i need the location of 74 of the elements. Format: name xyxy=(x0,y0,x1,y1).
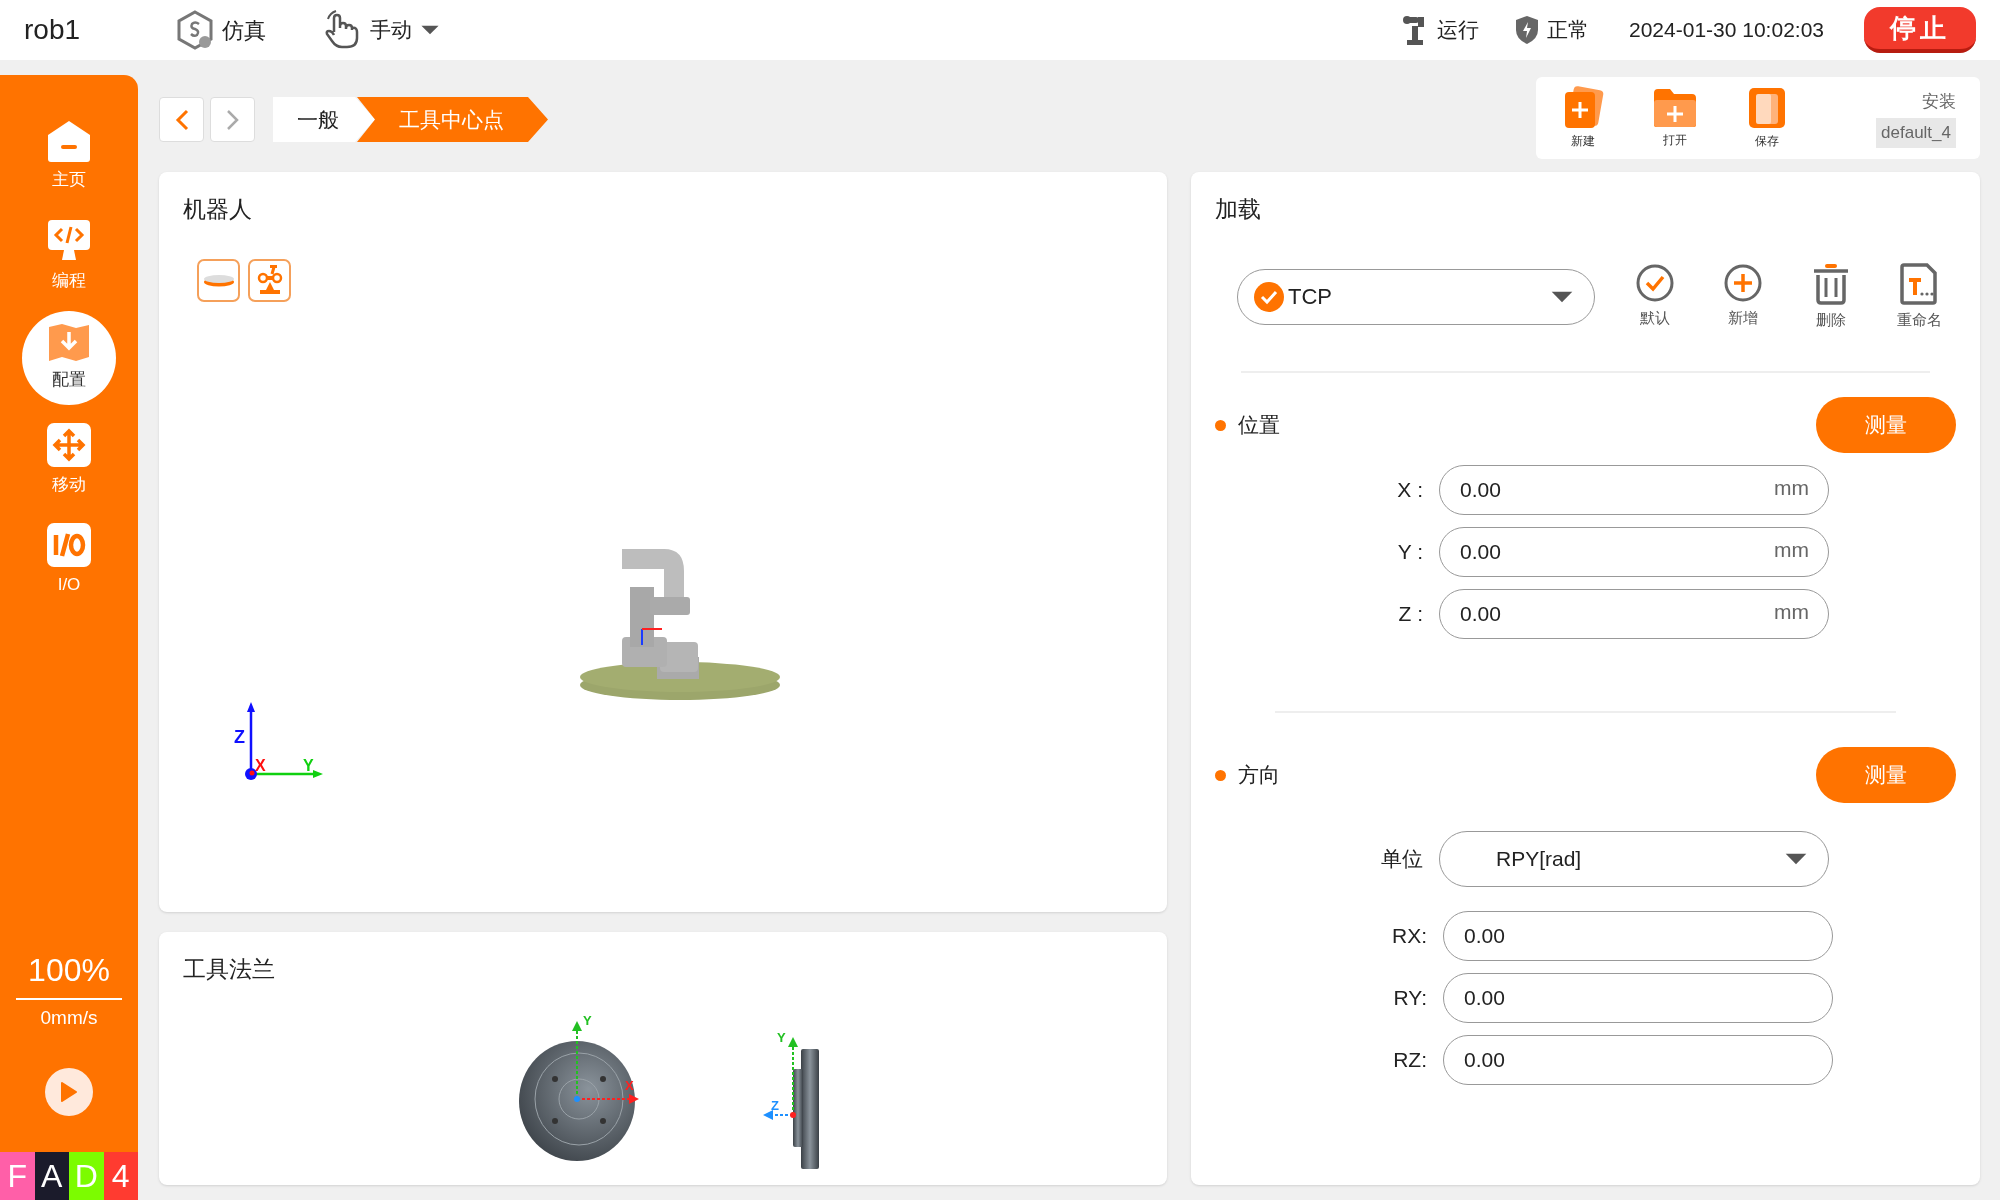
stop-button[interactable]: 停止 xyxy=(1864,7,1976,53)
text-file-icon xyxy=(1899,262,1939,305)
mode-label: 仿真 xyxy=(222,16,266,45)
save-file-icon xyxy=(1747,86,1788,130)
axis-label: Z xyxy=(234,727,245,746)
payload-action-button[interactable]: 默认 xyxy=(1631,262,1679,329)
field-label: 单位 xyxy=(1380,846,1423,873)
map-download-icon xyxy=(47,323,91,364)
home-icon xyxy=(46,119,92,164)
field-label: Z : xyxy=(1397,601,1423,628)
back-button[interactable] xyxy=(159,97,204,142)
move-arrows-icon xyxy=(46,422,92,469)
toolbar-button[interactable]: 新建 xyxy=(1560,86,1607,150)
play-button[interactable] xyxy=(45,1068,93,1116)
folder-add-icon xyxy=(1652,87,1699,129)
field-label: RY: xyxy=(1392,985,1427,1012)
toolbar-button[interactable]: 打开 xyxy=(1652,87,1699,149)
plus-circle-icon xyxy=(1723,262,1763,303)
unit-label: mm xyxy=(1774,477,1809,498)
caret-icon xyxy=(1784,853,1808,865)
field-label: RZ: xyxy=(1392,1047,1427,1074)
input-field[interactable]: 0.00 xyxy=(1443,911,1833,961)
check-circle-icon xyxy=(1254,281,1284,312)
panel-title: 机器人 xyxy=(183,195,253,224)
speed-percent: 100% xyxy=(28,950,110,990)
panel-title: 工具法兰 xyxy=(183,955,276,984)
axis-label: X xyxy=(255,757,266,774)
section-title: 方向 xyxy=(1238,762,1280,789)
run-status: 运行 xyxy=(1437,17,1479,44)
status-letter: F xyxy=(0,1152,35,1200)
install-label: 安装 xyxy=(1922,90,1956,113)
io-icon xyxy=(46,522,92,569)
safety-status: 正常 xyxy=(1547,17,1589,44)
sidebar-item[interactable]: 配置 xyxy=(22,311,116,405)
input-field[interactable]: 0.00 xyxy=(1443,973,1833,1023)
payload-action-button[interactable]: 重命名 xyxy=(1895,262,1943,331)
chevron-right-icon xyxy=(225,108,240,131)
field-label: RX: xyxy=(1391,923,1427,950)
axis-label: X xyxy=(625,1078,634,1092)
field-label: Y : xyxy=(1396,539,1423,566)
play-icon xyxy=(60,1081,78,1103)
breadcrumb-step[interactable]: 一般 xyxy=(273,97,375,142)
status-letter: A xyxy=(34,1152,69,1200)
axis-label: Z xyxy=(771,1098,779,1112)
toolbar-button[interactable]: 保存 xyxy=(1744,86,1791,150)
disc-icon xyxy=(202,273,235,287)
control-mode-dropdown[interactable]: 手动 xyxy=(322,10,440,50)
caret-icon xyxy=(420,25,440,35)
unit-label: mm xyxy=(1774,601,1809,622)
velocity-reading: 0mm/s xyxy=(40,1005,98,1030)
check-circle-icon xyxy=(1635,262,1675,303)
panel-title: 加载 xyxy=(1215,195,1262,224)
trash-icon xyxy=(1811,262,1851,305)
payload-action-button[interactable]: 删除 xyxy=(1807,262,1855,331)
input-field[interactable]: 0.00 xyxy=(1443,1035,1833,1085)
payload-action-button[interactable]: 新增 xyxy=(1719,262,1767,329)
axis-label: Y xyxy=(777,1030,786,1044)
cube-badge-icon xyxy=(176,10,214,50)
forward-button[interactable] xyxy=(210,97,255,142)
shield-icon xyxy=(1515,15,1539,45)
view-robot-button[interactable] xyxy=(248,258,291,302)
axis-label: Y xyxy=(303,757,314,774)
axis-label: Y xyxy=(583,1013,592,1027)
install-name: default_4 xyxy=(1876,118,1956,148)
field-label: X : xyxy=(1396,477,1423,504)
status-letter: 4 xyxy=(103,1152,138,1200)
view-base-button[interactable] xyxy=(197,258,240,302)
date-time: 2024-01-30 10:02:03 xyxy=(1629,17,1824,44)
status-letter: D xyxy=(69,1152,104,1200)
unit-label: mm xyxy=(1774,539,1809,560)
chevron-left-icon xyxy=(174,108,189,131)
caret-icon xyxy=(1550,290,1574,303)
robot-name: rob1 xyxy=(24,13,82,47)
section-title: 位置 xyxy=(1238,412,1280,439)
